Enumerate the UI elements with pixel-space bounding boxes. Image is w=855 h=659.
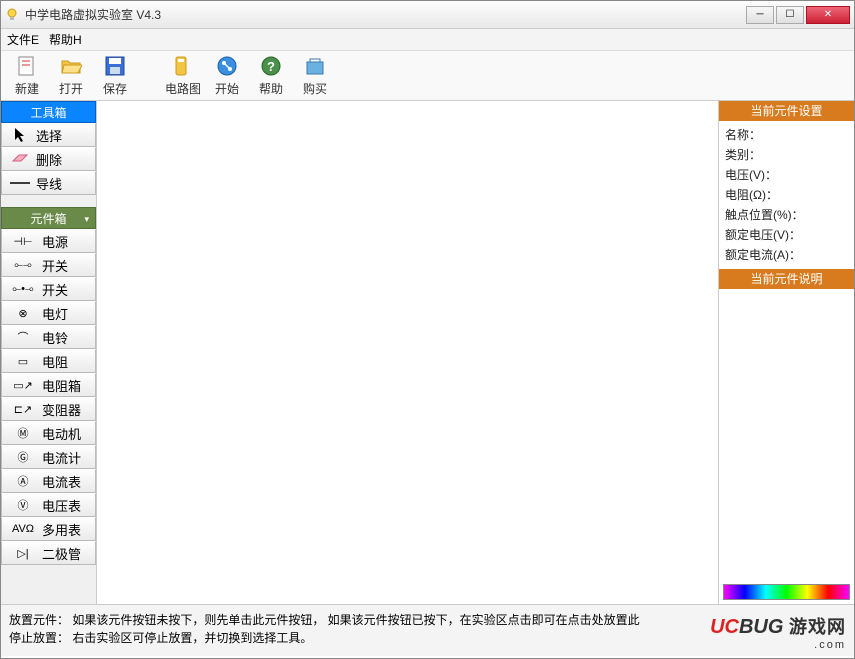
component-symbol-icon: ▭ bbox=[4, 355, 42, 368]
eraser-icon bbox=[4, 153, 36, 165]
circuit-button[interactable]: 电路图 bbox=[163, 53, 203, 99]
component-symbol-icon: Ⓐ bbox=[4, 473, 42, 489]
start-icon bbox=[215, 54, 239, 78]
pointer-icon bbox=[4, 127, 36, 143]
component-symbol-icon: ⟜⊸ bbox=[4, 259, 42, 272]
component-二极管[interactable]: ▷|二极管 bbox=[1, 541, 96, 565]
component-电压表[interactable]: Ⓥ电压表 bbox=[1, 493, 96, 517]
experiment-canvas[interactable] bbox=[97, 101, 718, 604]
save-icon bbox=[103, 54, 127, 78]
menu-file[interactable]: 文件E bbox=[7, 31, 39, 48]
prop-contact: 触点位置(%)： bbox=[725, 205, 848, 225]
maximize-button[interactable]: ☐ bbox=[776, 6, 804, 24]
component-symbol-icon: ▷| bbox=[4, 547, 42, 560]
menu-help[interactable]: 帮助H bbox=[49, 31, 82, 48]
prop-resistance: 电阻(Ω)： bbox=[725, 185, 848, 205]
prop-category: 类别： bbox=[725, 145, 848, 165]
component-symbol-icon: Ⓥ bbox=[4, 497, 42, 513]
color-spectrum[interactable] bbox=[723, 584, 850, 600]
component-电动机[interactable]: Ⓜ电动机 bbox=[1, 421, 96, 445]
component-symbol-icon: ⊣⊢ bbox=[4, 235, 42, 248]
component-多用表[interactable]: AVΩ多用表 bbox=[1, 517, 96, 541]
property-list: 名称： 类别： 电压(V)： 电阻(Ω)： 触点位置(%)： 额定电压(V)： … bbox=[719, 121, 854, 269]
component-label: 电流计 bbox=[42, 448, 93, 467]
component-开关[interactable]: ⟜•⊸开关 bbox=[1, 277, 96, 301]
component-symbol-icon: ⌒ bbox=[4, 329, 42, 345]
component-symbol-icon: AVΩ bbox=[4, 523, 42, 535]
window-controls: ─ ☐ ✕ bbox=[746, 6, 850, 24]
component-symbol-icon: ⊗ bbox=[4, 307, 42, 320]
close-button[interactable]: ✕ bbox=[806, 6, 850, 24]
prop-name: 名称： bbox=[725, 125, 848, 145]
left-panel: 工具箱 选择 删除 导线 元件箱 ⊣⊢电源⟜⊸开关⟜•⊸开关⊗电灯⌒电铃▭电阻▭… bbox=[1, 101, 97, 604]
main-area: 工具箱 选择 删除 导线 元件箱 ⊣⊢电源⟜⊸开关⟜•⊸开关⊗电灯⌒电铃▭电阻▭… bbox=[1, 101, 854, 604]
component-label: 变阻器 bbox=[42, 400, 93, 419]
component-symbol-icon: ⟜•⊸ bbox=[4, 283, 42, 296]
open-button[interactable]: 打开 bbox=[51, 53, 91, 99]
component-label: 电流表 bbox=[42, 472, 93, 491]
component-label: 电灯 bbox=[42, 304, 93, 323]
component-label: 开关 bbox=[42, 256, 93, 275]
settings-header: 当前元件设置 bbox=[719, 101, 854, 121]
component-label: 电阻 bbox=[42, 352, 93, 371]
buy-button[interactable]: 购买 bbox=[295, 53, 335, 99]
component-label: 电源 bbox=[42, 232, 93, 251]
tool-wire[interactable]: 导线 bbox=[1, 171, 96, 195]
component-电铃[interactable]: ⌒电铃 bbox=[1, 325, 96, 349]
prop-rated-voltage: 额定电压(V)： bbox=[725, 225, 848, 245]
component-symbol-icon: ▭↗ bbox=[4, 379, 42, 392]
component-变阻器[interactable]: ⊏↗变阻器 bbox=[1, 397, 96, 421]
circuit-icon bbox=[171, 54, 195, 78]
save-button[interactable]: 保存 bbox=[95, 53, 135, 99]
prop-voltage: 电压(V)： bbox=[725, 165, 848, 185]
component-label: 电铃 bbox=[42, 328, 93, 347]
titlebar: 中学电路虚拟实验室 V4.3 ─ ☐ ✕ bbox=[1, 1, 854, 29]
components-header[interactable]: 元件箱 bbox=[1, 207, 96, 229]
component-label: 二极管 bbox=[42, 544, 93, 563]
minimize-button[interactable]: ─ bbox=[746, 6, 774, 24]
component-label: 电动机 bbox=[42, 424, 93, 443]
new-icon bbox=[15, 54, 39, 78]
component-电流计[interactable]: Ⓖ电流计 bbox=[1, 445, 96, 469]
component-电阻箱[interactable]: ▭↗电阻箱 bbox=[1, 373, 96, 397]
start-button[interactable]: 开始 bbox=[207, 53, 247, 99]
bulb-icon bbox=[5, 8, 19, 22]
component-电流表[interactable]: Ⓐ电流表 bbox=[1, 469, 96, 493]
component-开关[interactable]: ⟜⊸开关 bbox=[1, 253, 96, 277]
prop-rated-current: 额定电流(A)： bbox=[725, 245, 848, 265]
description-header: 当前元件说明 bbox=[719, 269, 854, 289]
window-title: 中学电路虚拟实验室 V4.3 bbox=[25, 6, 746, 23]
watermark: UCBUG 游戏网 .com bbox=[710, 618, 846, 654]
component-symbol-icon: Ⓜ bbox=[4, 425, 42, 441]
component-电灯[interactable]: ⊗电灯 bbox=[1, 301, 96, 325]
component-symbol-icon: Ⓖ bbox=[4, 449, 42, 465]
wire-icon bbox=[4, 179, 36, 187]
component-symbol-icon: ⊏↗ bbox=[4, 403, 42, 416]
component-label: 开关 bbox=[42, 280, 93, 299]
component-电源[interactable]: ⊣⊢电源 bbox=[1, 229, 96, 253]
open-icon bbox=[59, 54, 83, 78]
component-label: 多用表 bbox=[42, 520, 93, 539]
tool-delete[interactable]: 删除 bbox=[1, 147, 96, 171]
component-label: 电阻箱 bbox=[42, 376, 93, 395]
right-panel: 当前元件设置 名称： 类别： 电压(V)： 电阻(Ω)： 触点位置(%)： 额定… bbox=[718, 101, 854, 604]
statusbar: 放置元件： 如果该元件按钮未按下，则先单击此元件按钮， 如果该元件按钮已按下，在… bbox=[1, 604, 854, 656]
menubar: 文件E 帮助H bbox=[1, 29, 854, 51]
tool-select[interactable]: 选择 bbox=[1, 123, 96, 147]
svg-text:?: ? bbox=[267, 59, 275, 74]
help-icon: ? bbox=[259, 54, 283, 78]
description-body bbox=[719, 289, 854, 584]
toolbox-header: 工具箱 bbox=[1, 101, 96, 123]
component-电阻[interactable]: ▭电阻 bbox=[1, 349, 96, 373]
new-button[interactable]: 新建 bbox=[7, 53, 47, 99]
help-button[interactable]: ? 帮助 bbox=[251, 53, 291, 99]
component-label: 电压表 bbox=[42, 496, 93, 515]
buy-icon bbox=[303, 54, 327, 78]
toolbar: 新建 打开 保存 电路图 开始 ? 帮助 购买 bbox=[1, 51, 854, 101]
